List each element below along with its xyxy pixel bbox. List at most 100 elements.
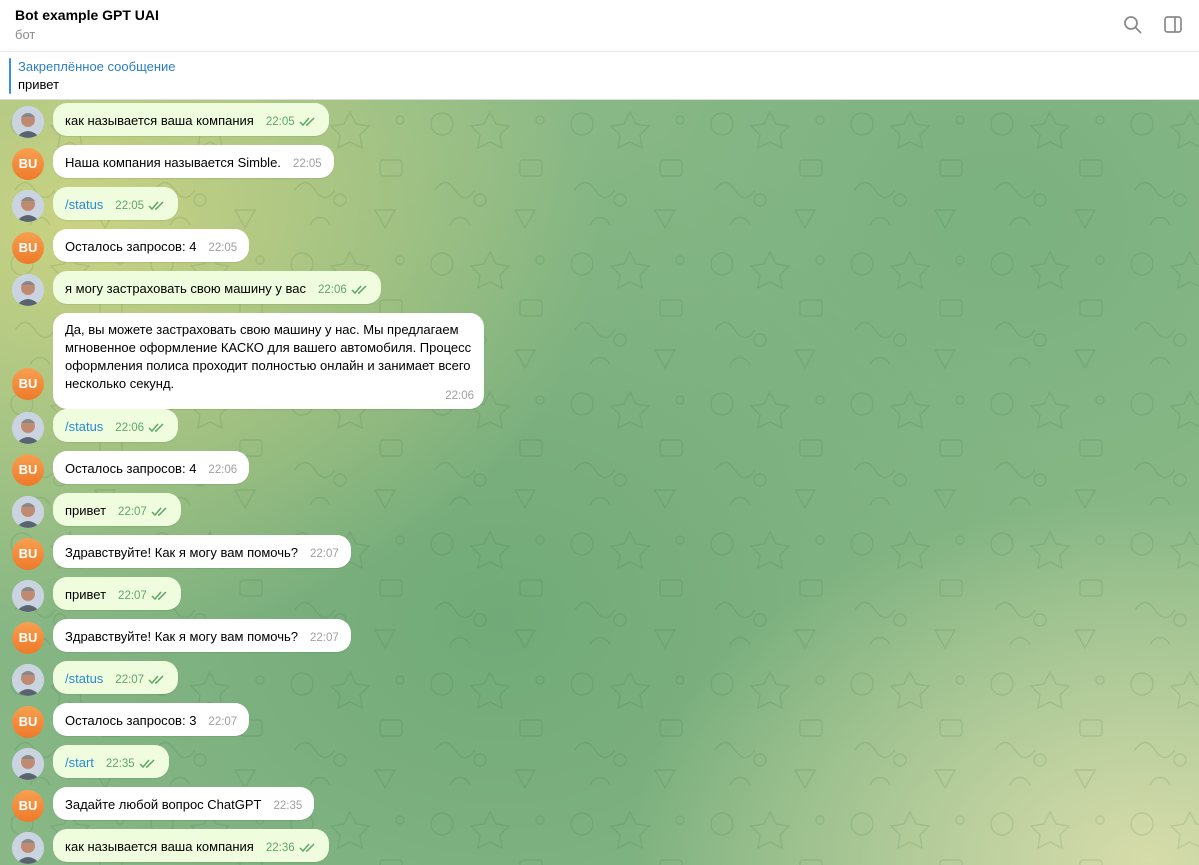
- message-time: 22:07: [310, 548, 339, 560]
- user-avatar[interactable]: [12, 664, 44, 696]
- message-row: как называется ваша компания 22:05: [0, 103, 600, 138]
- message-row: BU Осталось запросов: 4 22:06: [0, 451, 600, 486]
- message-text: привет: [65, 503, 107, 518]
- pinned-title: Закреплённое сообщение: [18, 59, 176, 74]
- message-time: 22:05: [265, 116, 295, 128]
- message-text: Осталось запросов: 4: [65, 461, 197, 476]
- read-checkmarks-icon: [151, 591, 167, 600]
- message-time: 22:35: [273, 800, 303, 812]
- message-time: 22:06: [208, 464, 238, 476]
- chat-subtitle: бот: [15, 27, 36, 42]
- message-time: 22:35: [105, 758, 135, 770]
- message-time: 22:07: [118, 506, 147, 518]
- bot-avatar[interactable]: BU: [12, 706, 44, 738]
- message-bubble[interactable]: Здравствуйте! Как я могу вам помочь? 22:0…: [53, 619, 351, 652]
- user-avatar[interactable]: [12, 832, 44, 864]
- message-text: привет: [65, 587, 107, 602]
- user-avatar[interactable]: [12, 580, 44, 612]
- message-time: 22:07: [310, 632, 339, 644]
- message-time: 22:05: [208, 242, 238, 254]
- bot-command-link[interactable]: /status: [65, 419, 103, 434]
- message-row: BU Задайте любой вопрос ChatGPT 22:35: [0, 787, 600, 822]
- bot-avatar[interactable]: BU: [12, 454, 44, 486]
- message-text: я могу застраховать свою машину у вас: [65, 281, 307, 296]
- message-bubble[interactable]: /status 22:06: [53, 409, 179, 442]
- message-text: как называется ваша компания: [65, 113, 254, 128]
- message-row: как называется ваша компания 22:36: [0, 829, 600, 864]
- message-row: /start 22:35: [0, 745, 600, 780]
- message-bubble[interactable]: /status 22:05: [53, 187, 179, 220]
- message-bubble[interactable]: привет 22:07: [53, 577, 181, 610]
- sidebar-toggle-icon[interactable]: [1160, 12, 1186, 38]
- message-time: 22:06: [445, 390, 474, 402]
- bot-avatar[interactable]: BU: [12, 538, 44, 570]
- bot-command-link[interactable]: /start: [65, 755, 94, 770]
- message-text: как называется ваша компания: [65, 839, 254, 854]
- user-avatar[interactable]: [12, 412, 44, 444]
- user-avatar[interactable]: [12, 190, 44, 222]
- read-checkmarks-icon: [151, 507, 167, 516]
- message-bubble[interactable]: я могу застраховать свою машину у вас 22:…: [53, 271, 381, 304]
- message-bubble[interactable]: Осталось запросов: 3 22:07: [53, 703, 250, 736]
- message-time: 22:06: [115, 422, 145, 434]
- pinned-message-bar[interactable]: Закреплённое сообщение привет: [0, 52, 1199, 100]
- message-row: BU Наша компания называется Simble. 22:05: [0, 145, 600, 180]
- message-row: BU Осталось запросов: 4 22:05: [0, 229, 600, 264]
- message-row: BU Здравствуйте! Как я могу вам помочь? 2…: [0, 535, 600, 570]
- read-checkmarks-icon: [299, 117, 315, 126]
- message-text: Осталось запросов: 3: [65, 713, 197, 728]
- message-time: 22:05: [115, 200, 145, 212]
- message-text: Да, вы можете застраховать свою машину у…: [65, 322, 472, 391]
- bot-avatar[interactable]: BU: [12, 790, 44, 822]
- bot-avatar[interactable]: BU: [12, 148, 44, 180]
- message-list[interactable]: как называется ваша компания 22:05 BU Наш…: [0, 100, 1199, 865]
- read-checkmarks-icon: [139, 759, 155, 768]
- pinned-text: привет: [18, 77, 60, 92]
- bot-command-link[interactable]: /status: [65, 671, 103, 686]
- user-avatar[interactable]: [12, 748, 44, 780]
- message-text: Задайте любой вопрос ChatGPT: [65, 797, 262, 812]
- message-time: 22:05: [292, 158, 322, 170]
- message-bubble[interactable]: Осталось запросов: 4 22:06: [53, 451, 250, 484]
- bot-avatar[interactable]: BU: [12, 622, 44, 654]
- message-row: привет 22:07: [0, 577, 600, 612]
- message-row: я могу застраховать свою машину у вас 22:…: [0, 271, 600, 306]
- message-bubble[interactable]: как называется ваша компания 22:36: [53, 829, 329, 862]
- message-text: Здравствуйте! Как я могу вам помочь?: [65, 629, 298, 644]
- message-bubble[interactable]: как называется ваша компания 22:05: [53, 103, 329, 136]
- message-bubble[interactable]: Задайте любой вопрос ChatGPT 22:35: [53, 787, 315, 820]
- message-time: 22:07: [118, 590, 147, 602]
- user-avatar[interactable]: [12, 274, 44, 306]
- message-bubble[interactable]: /start 22:35: [53, 745, 169, 778]
- message-bubble[interactable]: привет 22:07: [53, 493, 181, 526]
- message-bubble[interactable]: /status 22:07: [53, 661, 179, 694]
- message-time: 22:36: [265, 842, 295, 854]
- message-row: привет 22:07: [0, 493, 600, 528]
- bot-avatar[interactable]: BU: [12, 232, 44, 264]
- message-text: Осталось запросов: 4: [65, 239, 197, 254]
- read-checkmarks-icon: [299, 843, 315, 852]
- message-row: /status 22:07: [0, 661, 600, 696]
- chat-header: Bot example GPT UAI бот: [0, 0, 1199, 52]
- message-bubble[interactable]: Наша компания называется Simble. 22:05: [53, 145, 334, 178]
- message-time: 22:07: [115, 674, 145, 686]
- bot-command-link[interactable]: /status: [65, 197, 103, 212]
- message-bubble[interactable]: Да, вы можете застраховать свою машину у…: [53, 313, 484, 409]
- bot-avatar[interactable]: BU: [12, 368, 44, 400]
- read-checkmarks-icon: [148, 201, 164, 210]
- message-row: BU Да, вы можете застраховать свою машин…: [0, 313, 600, 409]
- read-checkmarks-icon: [148, 675, 164, 684]
- message-bubble[interactable]: Осталось запросов: 4 22:05: [53, 229, 250, 262]
- pinned-indicator: [9, 58, 11, 94]
- user-avatar[interactable]: [12, 106, 44, 138]
- message-time: 22:06: [318, 284, 347, 296]
- message-text: Наша компания называется Simble.: [65, 155, 281, 170]
- message-bubble[interactable]: Здравствуйте! Как я могу вам помочь? 22:0…: [53, 535, 351, 568]
- message-row: /status 22:06: [0, 409, 600, 444]
- message-row: /status 22:05: [0, 187, 600, 222]
- message-time: 22:07: [208, 716, 238, 728]
- message-row: BU Здравствуйте! Как я могу вам помочь? 2…: [0, 619, 600, 654]
- chat-title[interactable]: Bot example GPT UAI: [15, 7, 159, 23]
- user-avatar[interactable]: [12, 496, 44, 528]
- search-icon[interactable]: [1120, 12, 1146, 38]
